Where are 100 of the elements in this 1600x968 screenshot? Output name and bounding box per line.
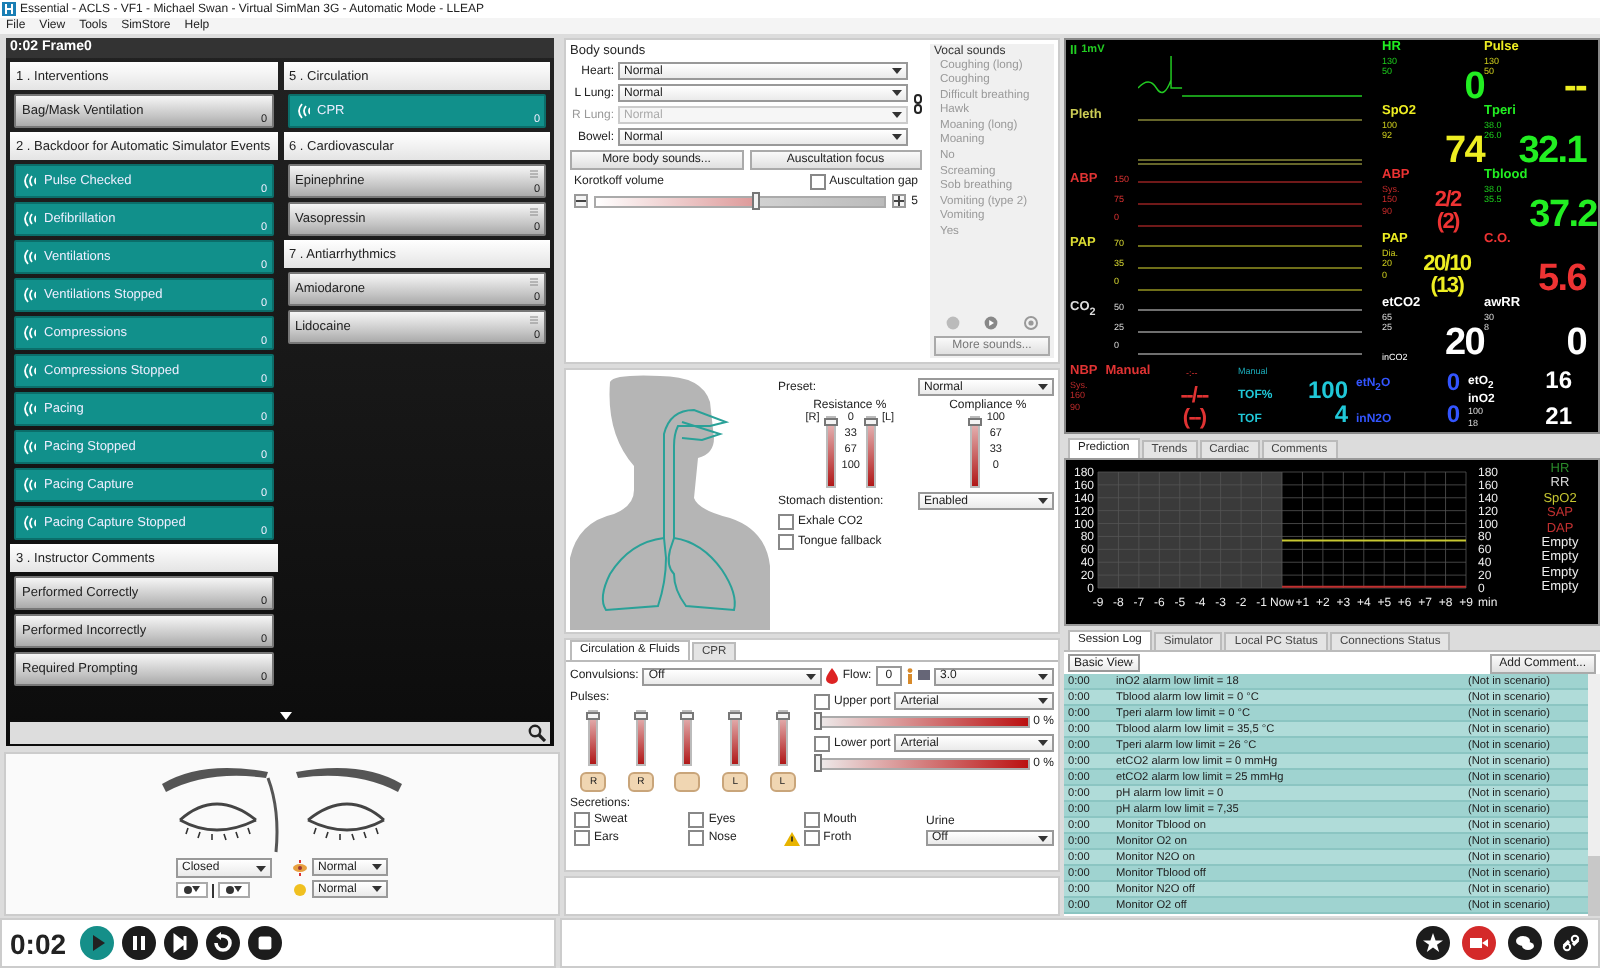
signal-icon	[22, 248, 36, 266]
video-camera-icon[interactable]	[1462, 926, 1496, 960]
menu-icon	[530, 278, 538, 286]
caret-icon	[1038, 698, 1048, 704]
signal-icon	[295, 102, 309, 120]
vital-value: 74	[1444, 132, 1484, 170]
decrease-button[interactable]	[574, 194, 588, 208]
checkbox[interactable]	[814, 693, 830, 709]
signal-icon	[22, 210, 36, 228]
signal-icon	[22, 172, 36, 190]
play-icon[interactable]	[80, 926, 115, 960]
sun-icon	[292, 881, 308, 898]
vital-value: 0	[1566, 324, 1586, 362]
checkbox[interactable]	[803, 830, 820, 846]
caret-icon	[1038, 835, 1048, 841]
slider-thumb[interactable]	[680, 712, 695, 720]
caret-icon	[806, 673, 817, 679]
chat-icon[interactable]	[1508, 926, 1542, 960]
menu-icon	[530, 170, 538, 178]
checkbox[interactable]	[814, 735, 830, 751]
checkbox[interactable]	[809, 174, 826, 190]
eye-movement-icon	[292, 859, 308, 876]
caret-icon	[256, 865, 266, 872]
restart-icon[interactable]	[206, 926, 241, 960]
caret-icon	[1038, 673, 1048, 679]
skip-icon[interactable]	[164, 926, 199, 960]
slider-thumb[interactable]	[586, 712, 601, 720]
volume-slider[interactable]	[594, 195, 886, 207]
signal-icon	[22, 438, 36, 456]
record-icon[interactable]	[1023, 315, 1038, 329]
signal-icon	[22, 324, 36, 342]
vital-value: 100	[1307, 377, 1348, 401]
slider-thumb[interactable]	[814, 754, 822, 772]
drop-icon	[826, 668, 839, 684]
search-icon[interactable]	[528, 724, 546, 743]
port-slider[interactable]	[814, 716, 1030, 728]
vital-value: 32.1	[1518, 132, 1586, 170]
signal-icon	[22, 362, 36, 380]
caret-icon	[892, 90, 902, 96]
scrollbar[interactable]	[1588, 674, 1600, 916]
vital-value: 20	[1444, 324, 1484, 362]
vital-value: 16	[1545, 367, 1572, 392]
person-monitor-icon	[906, 668, 931, 684]
checkbox[interactable]	[803, 812, 820, 828]
port-slider[interactable]	[814, 758, 1030, 770]
caret-icon	[192, 886, 200, 893]
pulse-site-icon	[674, 772, 701, 792]
vital-value: --/--	[1180, 386, 1208, 408]
pupil-dropdown[interactable]	[176, 882, 208, 899]
caret-icon	[372, 886, 382, 893]
checkbox[interactable]	[778, 514, 794, 530]
vital-value: 20/10	[1423, 254, 1471, 276]
link-icon[interactable]	[1554, 926, 1588, 960]
increase-button[interactable]	[891, 194, 906, 208]
signal-icon	[22, 476, 36, 494]
pause-icon[interactable]	[122, 926, 157, 960]
menu-icon	[530, 316, 538, 324]
vital-mean: (2)	[1436, 212, 1459, 234]
caret-icon	[892, 68, 902, 74]
slider-thumb[interactable]	[968, 418, 983, 426]
caret-icon	[372, 864, 382, 871]
slider-thumb[interactable]	[863, 418, 878, 426]
checkbox[interactable]	[574, 830, 590, 846]
vital-value: 0	[1446, 402, 1460, 426]
caret-icon	[1038, 498, 1048, 504]
checkbox[interactable]	[778, 534, 794, 550]
checkbox[interactable]	[574, 812, 590, 828]
signal-icon	[22, 400, 36, 418]
vital-value: 0	[1464, 68, 1484, 106]
caret-icon	[234, 886, 242, 893]
caret-icon	[892, 134, 902, 140]
vital-value: --	[1563, 68, 1586, 106]
slider-thumb[interactable]	[633, 712, 648, 720]
caret-icon	[1038, 384, 1048, 390]
slider-thumb[interactable]	[814, 712, 822, 730]
vital-mean: (--)	[1182, 408, 1206, 430]
pupil-dropdown[interactable]	[218, 882, 250, 899]
slider-thumb[interactable]	[728, 712, 743, 720]
menu-icon	[530, 208, 538, 216]
slider-thumb[interactable]	[775, 712, 790, 720]
signal-icon	[22, 286, 36, 304]
checkbox[interactable]	[688, 830, 705, 846]
stop-icon[interactable]	[248, 926, 283, 960]
checkbox[interactable]	[688, 812, 705, 828]
slider-thumb[interactable]	[823, 418, 838, 426]
pupil-icon	[184, 886, 192, 895]
slider-thumb[interactable]	[752, 191, 761, 209]
caret-icon	[892, 112, 902, 118]
signal-icon	[22, 514, 36, 532]
pupil-icon	[226, 886, 234, 895]
vital-value: 21	[1545, 404, 1572, 429]
link-icon[interactable]	[914, 94, 922, 114]
vital-mean: (13)	[1430, 276, 1464, 298]
vital-value: 5.6	[1537, 260, 1586, 298]
vital-value: 2/2	[1434, 190, 1461, 212]
elapsed-time: 0:02	[10, 927, 67, 959]
vital-value: 37.2	[1529, 196, 1597, 234]
vital-value: 0	[1446, 370, 1460, 394]
caret-icon	[1038, 740, 1048, 746]
vital-value: 4	[1334, 401, 1348, 425]
